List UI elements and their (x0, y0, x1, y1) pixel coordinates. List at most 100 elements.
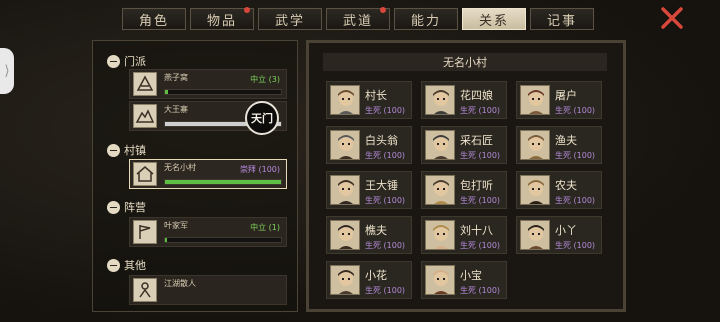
npc-name: 白头翁 (365, 134, 398, 147)
stamp-text: 天门 (251, 112, 273, 125)
npc-relation-status: 生死 (100) (555, 196, 596, 205)
npc-card[interactable]: 刘十八 生死 (100) (421, 216, 507, 254)
reputation-bar-fill (165, 90, 169, 94)
npc-name: 采石匠 (460, 134, 493, 147)
side-drawer-handle[interactable]: ⟩ (0, 48, 14, 94)
npc-relation-status: 生死 (100) (365, 286, 406, 295)
reputation-bar (164, 89, 282, 95)
npc-name: 包打听 (460, 179, 493, 192)
tab-abilities[interactable]: 能力 (394, 8, 458, 30)
tab-martial-way[interactable]: 武道 (326, 7, 390, 30)
faction-status: 中立 (3) (250, 75, 280, 84)
npc-portrait-avatar (425, 130, 455, 160)
tab-label: 关系 (478, 13, 509, 29)
npc-card[interactable]: 王大锤生死 (100) (326, 171, 412, 209)
faction-item-yanziwo[interactable]: 燕子窝 中立 (3) (129, 69, 287, 99)
tab-label: 能力 (410, 13, 441, 29)
tab-journal[interactable]: 记事 (530, 8, 594, 30)
npc-portrait-avatar (520, 130, 550, 160)
section-title: 村镇 (124, 144, 146, 157)
tab-label: 武道 (342, 13, 373, 29)
npc-card[interactable]: 小宝 生死 (100) (421, 261, 507, 299)
npc-card[interactable]: 屠户 生死 (100) (516, 81, 602, 119)
reputation-bar (164, 237, 282, 243)
npc-portrait-avatar (520, 175, 550, 205)
tab-label: 记事 (546, 13, 577, 29)
npc-relation-status: 生死 (100) (555, 241, 596, 250)
tab-relations[interactable]: 关系 (462, 8, 526, 30)
npc-card[interactable]: 白头翁生死 (100) (326, 126, 412, 164)
faction-name: 无名小村 (164, 163, 196, 172)
section-sects[interactable]: 门派 (107, 53, 146, 69)
village-npc-panel: 无名小村 村长 生死 (100) 花四娘 生死 (100) 屠户 生死 (100) 白头翁生… (306, 40, 626, 312)
npc-portrait-avatar (330, 220, 360, 250)
npc-portrait-avatar (330, 130, 360, 160)
notification-dot (244, 7, 250, 13)
faction-list-panel: 门派 燕子窝 中立 (3) 大王寨 天门 村镇 无名小村 崇拜 (100) 阵营 (92, 40, 298, 312)
npc-card[interactable]: 村长生死 (100) (326, 81, 412, 119)
npc-portrait-avatar (425, 220, 455, 250)
faction-item-yejiajun[interactable]: 叶家军 中立 (1) (129, 217, 287, 247)
npc-name: 王大锤 (365, 179, 398, 192)
npc-card[interactable]: 包打听生死 (100) (421, 171, 507, 209)
npc-card[interactable]: 渔夫生死 (100) (516, 126, 602, 164)
minus-circle-icon (107, 258, 120, 272)
tab-character[interactable]: 角色 (122, 8, 186, 30)
wanderer-icon (133, 278, 157, 302)
section-other[interactable]: 其他 (107, 257, 146, 273)
npc-card[interactable]: 小花生死 (100) (326, 261, 412, 299)
npc-name: 小丫 (555, 224, 577, 237)
sect-emblem-icon (133, 104, 157, 128)
reputation-bar (164, 179, 282, 185)
npc-card[interactable]: 采石匠生死 (100) (421, 126, 507, 164)
village-title: 无名小村 (323, 53, 607, 71)
npc-name: 村长 (365, 89, 387, 102)
hostile-seal-stamp: 天门 (245, 101, 279, 135)
npc-relation-status: 生死 (100) (365, 106, 406, 115)
npc-relation-status: 生死 (100) (460, 151, 501, 160)
npc-relation-status: 生死 (100) (460, 286, 501, 295)
tab-label: 角色 (138, 13, 169, 29)
npc-relation-status: 生死 (100) (365, 196, 406, 205)
section-villages[interactable]: 村镇 (107, 142, 146, 158)
faction-item-jianghusanren[interactable]: 江湖散人 (129, 275, 287, 305)
npc-portrait-avatar (330, 265, 360, 295)
notification-dot (380, 7, 386, 13)
npc-relation-status: 生死 (100) (365, 151, 406, 160)
npc-name: 屠户 (555, 89, 577, 102)
faction-status: 中立 (1) (250, 223, 280, 232)
npc-relation-status: 生死 (100) (460, 106, 501, 115)
npc-portrait-avatar (425, 175, 455, 205)
npc-portrait-avatar (425, 85, 455, 115)
village-house-icon (133, 162, 157, 186)
npc-name: 农夫 (555, 179, 577, 192)
npc-portrait-avatar (520, 220, 550, 250)
section-title: 门派 (124, 55, 146, 68)
npc-card[interactable]: 花四娘 生死 (100) (421, 81, 507, 119)
faction-name: 江湖散人 (164, 279, 196, 288)
tab-label: 物品 (206, 13, 237, 29)
tab-bar: 角色 物品 武学 武道 能力 关系 记事 (122, 7, 594, 32)
faction-item-wumingxiaocun[interactable]: 无名小村 崇拜 (100) (129, 159, 287, 189)
npc-card[interactable]: 小丫生死 (100) (516, 216, 602, 254)
npc-card[interactable]: 农夫生死 (100) (516, 171, 602, 209)
npc-relation-status: 生死 (100) (365, 241, 406, 250)
reputation-bar-fill (165, 180, 281, 184)
faction-name: 叶家军 (164, 221, 188, 230)
npc-portrait-avatar (520, 85, 550, 115)
close-button[interactable] (660, 6, 684, 30)
npc-card[interactable]: 樵夫 生死 (100) (326, 216, 412, 254)
npc-name: 渔夫 (555, 134, 577, 147)
npc-portrait-avatar (425, 265, 455, 295)
npc-relation-status: 生死 (100) (460, 196, 501, 205)
minus-circle-icon (107, 200, 120, 214)
tab-items[interactable]: 物品 (190, 7, 254, 30)
sect-emblem-icon (133, 72, 157, 96)
faction-name: 燕子窝 (164, 73, 188, 82)
army-flag-icon (133, 220, 157, 244)
npc-relation-status: 生死 (100) (555, 151, 596, 160)
section-camps[interactable]: 阵营 (107, 199, 146, 215)
npc-name: 小花 (365, 269, 387, 282)
tab-martial-arts[interactable]: 武学 (258, 8, 322, 30)
minus-circle-icon (107, 143, 120, 157)
